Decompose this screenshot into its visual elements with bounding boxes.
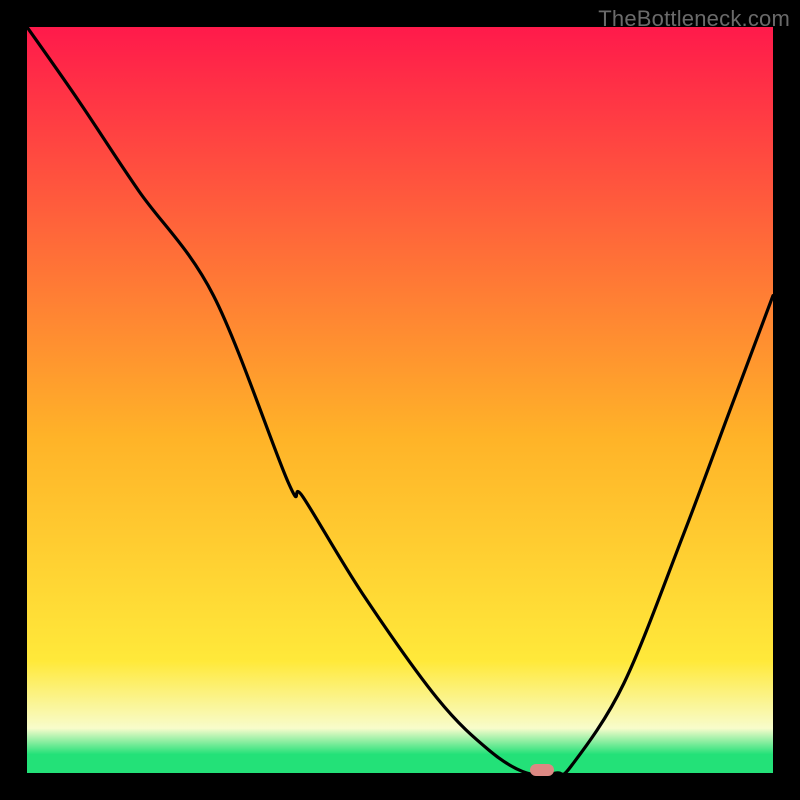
optimal-marker	[530, 764, 554, 776]
plot-svg	[27, 27, 773, 773]
plot-area	[27, 27, 773, 773]
watermark-text: TheBottleneck.com	[598, 6, 790, 32]
gradient-background	[27, 27, 773, 773]
chart-container: TheBottleneck.com	[0, 0, 800, 800]
